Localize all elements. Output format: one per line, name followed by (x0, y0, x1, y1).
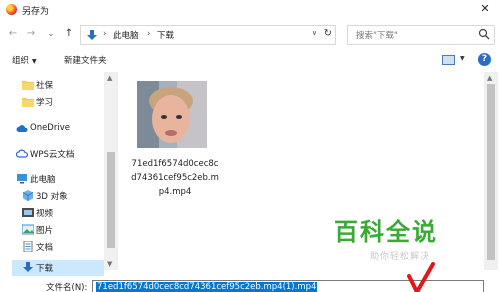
scroll-up-icon[interactable]: ▲ (487, 74, 492, 82)
view-options-icon[interactable] (442, 55, 455, 65)
firefox-icon (6, 4, 17, 15)
sidebar-item-downloads[interactable]: 下载 (12, 260, 104, 276)
filename-value: 71ed1f6574d0cec8cd74361cef95c2eb.mp4(1).… (96, 282, 318, 292)
sidebar-item-label: 学习 (36, 98, 54, 108)
view-dropdown-icon[interactable]: ▼ (460, 55, 465, 62)
sidebar-item-label: 3D 对象 (36, 192, 68, 202)
close-button[interactable]: ✕ (478, 2, 492, 16)
sidebar-item-documents[interactable]: 文档 (18, 239, 104, 255)
scrollbar-thumb[interactable] (487, 84, 495, 260)
search-placeholder: 搜索"下载" (356, 31, 398, 41)
sidebar-item-3d-objects[interactable]: 3D 对象 (18, 188, 104, 204)
breadcrumb-separator: › (147, 29, 151, 39)
download-icon (23, 262, 33, 272)
sidebar-item-wps-cloud[interactable]: WPS云文档 (12, 146, 104, 162)
sidebar-item-videos[interactable]: 视频 (18, 205, 104, 221)
scrollbar-thumb[interactable] (107, 152, 115, 248)
scroll-down-icon[interactable]: ▼ (107, 260, 112, 268)
search-input[interactable]: 搜索"下载" (347, 25, 495, 45)
scroll-up-icon[interactable]: ▲ (107, 74, 112, 82)
sidebar-item-pictures[interactable]: 图片 (18, 222, 104, 238)
sidebar-item-label: WPS云文档 (30, 150, 75, 160)
organize-button[interactable]: 组织 ▼ (12, 54, 37, 66)
sidebar-scrollbar[interactable]: ▲ ▼ (104, 72, 118, 270)
cloud-icon (16, 125, 28, 132)
download-icon (87, 30, 97, 40)
sidebar-item-label: 此电脑 (30, 175, 56, 185)
computer-icon (17, 174, 27, 184)
folder-icon (22, 98, 34, 107)
sidebar-item-label: 文档 (36, 243, 54, 253)
video-thumbnail (137, 81, 207, 148)
breadcrumb-downloads[interactable]: 下载 (157, 29, 174, 41)
recent-locations-button[interactable]: ⌄ (44, 27, 58, 41)
search-icon (478, 28, 490, 40)
sidebar-item-label: 图片 (36, 226, 54, 236)
breadcrumb-separator: › (103, 29, 107, 39)
svg-text:百科全说: 百科全说 (334, 218, 438, 246)
address-dropdown-icon[interactable]: ∨ (312, 29, 317, 37)
baike-logo: 百科全说 (334, 218, 438, 246)
document-icon (23, 241, 33, 252)
picture-icon (22, 224, 34, 235)
sidebar-item-xuexi[interactable]: 学习 (18, 94, 104, 110)
navigation-bar: ← → ⌄ ↑ › 此电脑 › 下载 ∨ ↻ 搜索"下载" (0, 24, 500, 46)
sidebar-item-label: 下载 (36, 264, 54, 274)
annotation-arrow-icon (407, 262, 435, 292)
new-folder-button[interactable]: 新建文件夹 (64, 54, 107, 66)
window-title: 另存为 (22, 7, 50, 17)
help-icon[interactable]: ? (478, 53, 491, 66)
watermark-logo: 百科全说 助你轻松解决 (332, 214, 472, 266)
refresh-icon[interactable]: ↻ (324, 28, 332, 39)
organize-dropdown-icon: ▼ (32, 58, 37, 65)
sidebar-item-onedrive[interactable]: OneDrive (12, 121, 104, 137)
file-view-scrollbar[interactable]: ▲ (484, 72, 498, 270)
sidebar-item-this-pc[interactable]: 此电脑 (12, 171, 104, 187)
address-bar[interactable]: › 此电脑 › 下载 ∨ ↻ (80, 25, 336, 45)
sidebar-item-label: OneDrive (30, 123, 70, 133)
sidebar-item-label: 社保 (36, 81, 54, 91)
video-icon (22, 208, 34, 217)
watermark-subtitle: 助你轻松解决 (370, 252, 431, 262)
file-name-label: 71ed1f6574d0cec8cd74361cef95c2eb.mp4.mp4 (131, 159, 219, 197)
back-button[interactable]: ← (6, 27, 20, 41)
sidebar-item-label: 视频 (36, 209, 54, 219)
navigation-pane: 社保 学习 OneDrive WPS云文档 此电脑 3D 对象 视频 图片 文档… (0, 72, 119, 282)
breadcrumb-this-pc[interactable]: 此电脑 (113, 29, 139, 41)
wps-cloud-icon (16, 149, 28, 158)
folder-icon (22, 81, 34, 90)
filename-label: 文件名(N): (46, 283, 88, 292)
organize-label: 组织 (12, 56, 30, 66)
sidebar-item-shebao[interactable]: 社保 (18, 77, 104, 93)
forward-button[interactable]: → (24, 27, 38, 41)
command-toolbar: 组织 ▼ 新建文件夹 ▼ ? (0, 50, 500, 72)
cube-icon (22, 190, 34, 201)
title-bar: 另存为 ✕ (0, 0, 500, 20)
up-button[interactable]: ↑ (62, 27, 76, 41)
